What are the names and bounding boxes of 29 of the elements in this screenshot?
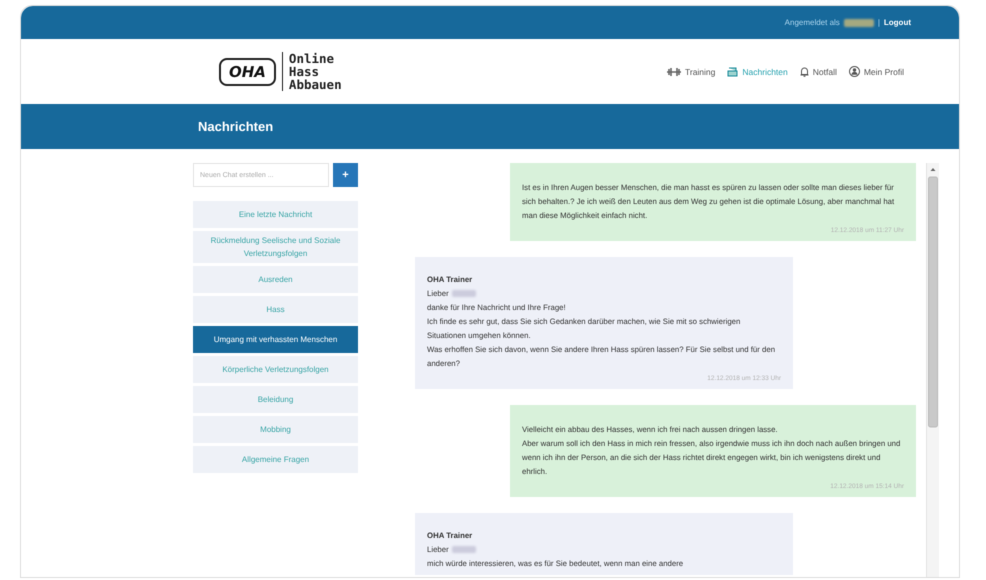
page-title: Nachrichten <box>198 119 274 134</box>
logo-mark: OHA <box>219 58 276 86</box>
chat-topic-item[interactable]: Umgang mit verhassten Menschen <box>193 326 358 353</box>
inbox-icon <box>727 66 738 76</box>
redacted-username <box>844 18 874 26</box>
chat-topic-item[interactable]: Eine letzte Nachricht <box>193 201 358 228</box>
chat-topic-item[interactable]: Ausreden <box>193 266 358 293</box>
add-chat-button[interactable]: + <box>333 163 358 187</box>
logged-in-label: Angemeldet als <box>784 18 840 27</box>
chat-topic-item[interactable]: Beleidung <box>193 386 358 413</box>
logo-text: Hass <box>288 65 320 78</box>
separator: | <box>878 18 880 27</box>
logout-link[interactable]: Logout <box>884 18 911 27</box>
nav-link[interactable]: Mein Profil <box>848 66 904 77</box>
dumbbell-icon <box>666 68 681 76</box>
redacted-username <box>452 546 476 554</box>
nav-link[interactable]: Training <box>666 66 716 77</box>
nav-link[interactable]: Nachrichten <box>727 66 788 77</box>
chat-topic-item[interactable]: Allgemeine Fragen <box>193 446 358 473</box>
bell-icon <box>800 66 809 76</box>
redacted-username <box>452 290 476 298</box>
chat-topic-item[interactable]: Hass <box>193 296 358 323</box>
logo-text: Online <box>288 52 336 65</box>
nav-link[interactable]: Notfall <box>800 66 837 77</box>
logo-text: Abbauen <box>288 78 342 91</box>
person-icon <box>848 66 860 77</box>
chat-topic-item[interactable]: Mobbing <box>193 416 358 443</box>
chat-topic-item[interactable]: Rückmeldung Seelische und Soziale Verletzungsfolgen <box>193 231 358 263</box>
chat-topic-item[interactable]: Körperliche Verletzungsfolgen <box>193 356 358 383</box>
